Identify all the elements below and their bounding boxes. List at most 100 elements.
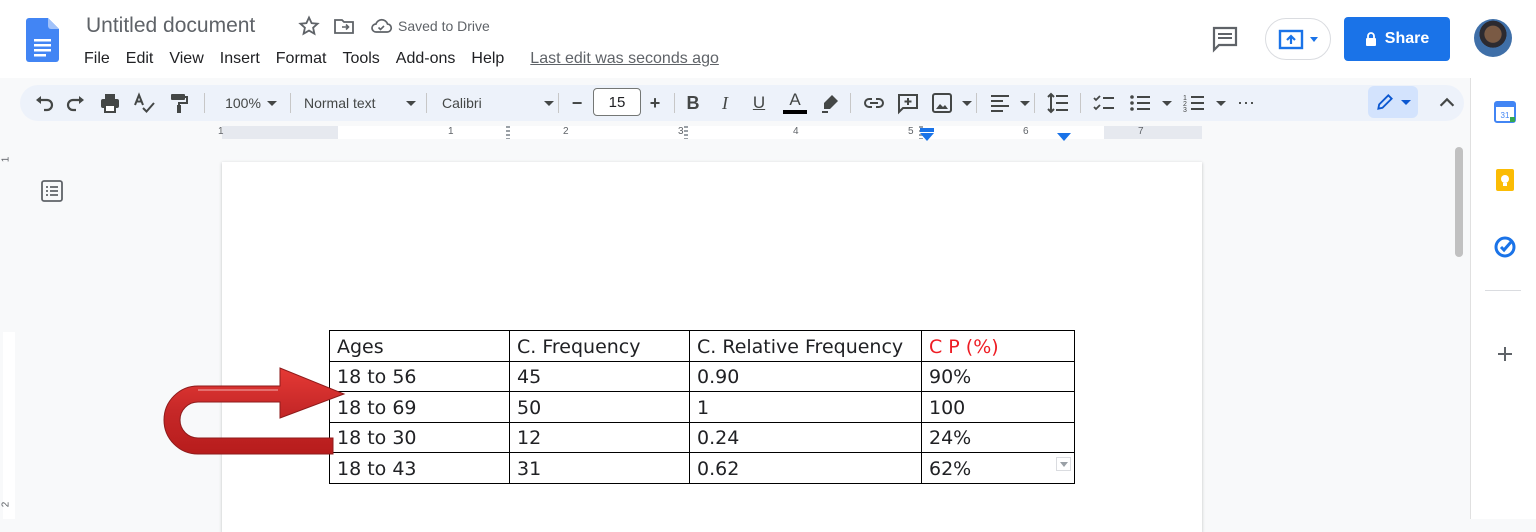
undo-icon[interactable]: [32, 91, 56, 115]
increase-font-size-button[interactable]: +: [644, 91, 666, 115]
italic-button[interactable]: I: [714, 91, 736, 115]
text-color-button[interactable]: A: [782, 91, 808, 115]
caret-down-icon: [1060, 462, 1068, 467]
print-icon[interactable]: [98, 91, 122, 115]
last-edit-link[interactable]: Last edit was seconds ago: [530, 48, 719, 70]
caret-down-icon[interactable]: [962, 101, 972, 106]
paragraph-style-select[interactable]: Normal text: [304, 91, 416, 115]
caret-down-icon[interactable]: [1020, 101, 1030, 106]
document-outline-icon[interactable]: [40, 179, 64, 203]
column-marker[interactable]: [506, 126, 510, 139]
menu-add-ons[interactable]: Add-ons: [388, 48, 464, 70]
table-cell[interactable]: 45: [509, 360, 690, 392]
star-icon[interactable]: [297, 14, 321, 38]
highlight-icon[interactable]: [818, 91, 842, 115]
ruler-right-margin: [1104, 126, 1202, 139]
add-addon-plus-icon[interactable]: [1493, 342, 1517, 366]
menu-insert[interactable]: Insert: [212, 48, 268, 70]
hide-menus-chevron-up-icon[interactable]: [1436, 91, 1458, 115]
table-cell[interactable]: 18 to 30: [329, 421, 510, 453]
table-header-cell[interactable]: Ages: [329, 330, 510, 362]
table-cell[interactable]: 62%: [921, 452, 1075, 484]
insert-image-icon[interactable]: [930, 91, 954, 115]
toolbar-divider: [558, 93, 559, 113]
table-row: 18 to 30 12 0.24 24%: [329, 421, 1075, 453]
menu-help[interactable]: Help: [463, 48, 512, 70]
table-cell[interactable]: 18 to 43: [329, 452, 510, 484]
vertical-ruler[interactable]: 1 2: [0, 142, 16, 519]
docs-logo-icon[interactable]: [26, 18, 59, 62]
column-marker[interactable]: [684, 126, 688, 139]
menu-file[interactable]: File: [76, 48, 118, 70]
ruler-left-margin: [222, 126, 338, 139]
table-cell[interactable]: 0.62: [689, 452, 922, 484]
caret-down-icon[interactable]: [1162, 101, 1172, 106]
document-title[interactable]: Untitled document: [86, 14, 255, 38]
caret-down-icon: [1401, 99, 1411, 105]
keep-icon[interactable]: [1493, 168, 1517, 192]
right-indent-marker[interactable]: [1057, 133, 1071, 141]
editing-mode-button[interactable]: [1368, 86, 1418, 118]
menu-tools[interactable]: Tools: [334, 48, 387, 70]
insert-link-icon[interactable]: [862, 91, 886, 115]
table-header-cell[interactable]: C. Relative Frequency: [689, 330, 922, 362]
table-cell[interactable]: 18 to 56: [329, 360, 510, 392]
bulleted-list-icon[interactable]: [1128, 91, 1152, 115]
table-header-cell[interactable]: C P (%): [921, 330, 1075, 362]
table-cell[interactable]: 50: [509, 391, 690, 423]
table-cell[interactable]: 18 to 69: [329, 391, 510, 423]
calendar-day: 31: [1501, 111, 1510, 120]
checklist-icon[interactable]: [1092, 91, 1116, 115]
spellcheck-icon[interactable]: [132, 91, 156, 115]
cloud-saved-icon: [371, 18, 393, 33]
more-options-button[interactable]: ⋯: [1234, 91, 1258, 115]
ruler-number: 7: [1138, 126, 1144, 137]
table-header-row: Ages C. Frequency C. Relative Frequency …: [329, 330, 1075, 362]
vertical-scrollbar[interactable]: [1452, 142, 1464, 519]
menu-format[interactable]: Format: [268, 48, 335, 70]
table-cell[interactable]: 0.24: [689, 421, 922, 453]
present-button[interactable]: [1265, 18, 1331, 60]
line-spacing-icon[interactable]: [1046, 91, 1070, 115]
table-cell[interactable]: 12: [509, 421, 690, 453]
table-cell[interactable]: 31: [509, 452, 690, 484]
menu-view[interactable]: View: [161, 48, 211, 70]
share-button[interactable]: Share: [1344, 17, 1450, 61]
add-comment-icon[interactable]: [896, 91, 920, 115]
vertical-ruler-track: [3, 332, 15, 519]
align-left-icon[interactable]: [988, 91, 1012, 115]
redo-icon[interactable]: [64, 91, 88, 115]
scrollbar-thumb[interactable]: [1455, 147, 1463, 257]
caret-down-icon: [544, 100, 554, 106]
font-select[interactable]: Calibri: [442, 91, 554, 115]
table-cell[interactable]: 100: [921, 391, 1075, 423]
menu-edit[interactable]: Edit: [118, 48, 162, 70]
paint-format-icon[interactable]: [166, 91, 190, 115]
move-to-folder-icon[interactable]: [332, 14, 356, 38]
paragraph-style-value: Normal text: [304, 95, 376, 111]
tasks-icon[interactable]: [1493, 235, 1517, 259]
bold-button[interactable]: B: [682, 91, 704, 115]
numbered-list-icon[interactable]: 123: [1182, 91, 1206, 115]
table-cell[interactable]: 90%: [921, 360, 1075, 392]
caret-down-icon[interactable]: [1216, 101, 1226, 106]
table-cell[interactable]: 1: [689, 391, 922, 423]
underline-button[interactable]: U: [748, 91, 770, 115]
decrease-font-size-button[interactable]: −: [566, 91, 588, 115]
pencil-icon: [1377, 94, 1393, 110]
table-cell[interactable]: 0.90: [689, 360, 922, 392]
frequency-table[interactable]: Ages C. Frequency C. Relative Frequency …: [329, 330, 1075, 484]
horizontal-ruler[interactable]: 1 1 2 3 4 5 6 7: [0, 124, 1464, 142]
comment-history-icon[interactable]: [1210, 24, 1240, 54]
table-cell[interactable]: 24%: [921, 421, 1075, 453]
first-line-indent-marker[interactable]: [920, 128, 934, 132]
account-avatar[interactable]: [1474, 19, 1512, 57]
table-cell-menu-button[interactable]: [1056, 457, 1071, 471]
vertical-ruler-number: 2: [0, 501, 12, 508]
zoom-select[interactable]: 100%: [216, 91, 286, 115]
left-indent-marker[interactable]: [920, 133, 934, 141]
svg-text:3: 3: [1183, 107, 1187, 114]
table-header-cell[interactable]: C. Frequency: [509, 330, 690, 362]
calendar-icon[interactable]: 31: [1493, 100, 1517, 124]
font-size-input[interactable]: 15: [593, 88, 641, 116]
